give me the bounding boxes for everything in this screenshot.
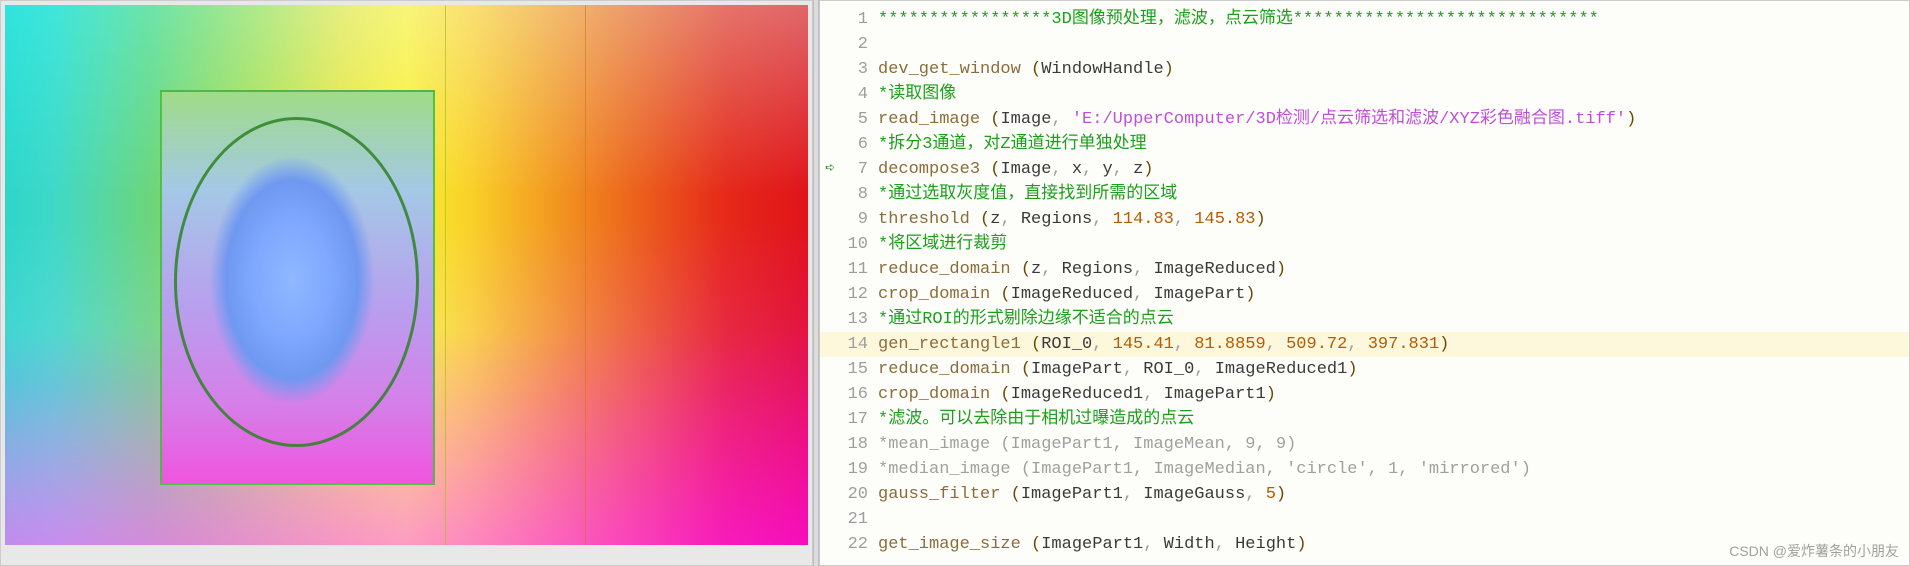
code-content: crop_domain (ImageReduced, ImagePart) xyxy=(876,282,1909,307)
execution-arrow-icon: ➪ xyxy=(820,157,840,182)
code-editor[interactable]: 1*****************3D图像预处理，滤波，点云筛选*******… xyxy=(820,1,1909,557)
code-content: gauss_filter (ImagePart1, ImageGauss, 5) xyxy=(876,482,1909,507)
code-line[interactable]: 10*将区域进行裁剪 xyxy=(820,232,1909,257)
line-number: 11 xyxy=(840,257,876,282)
column-separator xyxy=(585,5,586,545)
code-content: *读取图像 xyxy=(876,82,1909,107)
line-number: 2 xyxy=(840,32,876,57)
code-line[interactable]: 4*读取图像 xyxy=(820,82,1909,107)
code-content: crop_domain (ImageReduced1, ImagePart1) xyxy=(876,382,1909,407)
code-line[interactable]: 13*通过ROI的形式剔除边缘不适合的点云 xyxy=(820,307,1909,332)
code-line[interactable]: 21 xyxy=(820,507,1909,532)
code-line[interactable]: 9threshold (z, Regions, 114.83, 145.83) xyxy=(820,207,1909,232)
line-number: 14 xyxy=(840,332,876,357)
code-line[interactable]: 3dev_get_window (WindowHandle) xyxy=(820,57,1909,82)
line-number: 18 xyxy=(840,432,876,457)
code-content: reduce_domain (ImagePart, ROI_0, ImageRe… xyxy=(876,357,1909,382)
code-content: reduce_domain (z, Regions, ImageReduced) xyxy=(876,257,1909,282)
roi-rectangle[interactable] xyxy=(160,90,435,485)
line-number: 15 xyxy=(840,357,876,382)
line-number: 17 xyxy=(840,407,876,432)
code-content: decompose3 (Image, x, y, z) xyxy=(876,157,1909,182)
code-line[interactable]: 17*滤波。可以去除由于相机过曝造成的点云 xyxy=(820,407,1909,432)
line-number: 3 xyxy=(840,57,876,82)
line-number: 10 xyxy=(840,232,876,257)
line-number: 7 xyxy=(840,157,876,182)
code-line[interactable]: 2 xyxy=(820,32,1909,57)
code-line[interactable]: 16crop_domain (ImageReduced1, ImagePart1… xyxy=(820,382,1909,407)
code-content: threshold (z, Regions, 114.83, 145.83) xyxy=(876,207,1909,232)
line-number: 13 xyxy=(840,307,876,332)
code-line[interactable]: 8*通过选取灰度值，直接找到所需的区域 xyxy=(820,182,1909,207)
line-number: 12 xyxy=(840,282,876,307)
line-number: 22 xyxy=(840,532,876,557)
image-viewer-panel xyxy=(0,0,813,566)
code-content: dev_get_window (WindowHandle) xyxy=(876,57,1909,82)
code-content: *通过选取灰度值，直接找到所需的区域 xyxy=(876,182,1909,207)
line-number: 4 xyxy=(840,82,876,107)
detected-ellipse xyxy=(174,117,419,447)
line-number: 21 xyxy=(840,507,876,532)
code-content: *mean_image (ImagePart1, ImageMean, 9, 9… xyxy=(876,432,1909,457)
watermark-text: CSDN @爱炸薯条的小朋友 xyxy=(1729,541,1899,561)
line-number: 1 xyxy=(840,7,876,32)
code-content: gen_rectangle1 (ROI_0, 145.41, 81.8859, … xyxy=(876,332,1909,357)
code-content: *拆分3通道，对Z通道进行单独处理 xyxy=(876,132,1909,157)
line-number: 20 xyxy=(840,482,876,507)
code-content: *median_image (ImagePart1, ImageMedian, … xyxy=(876,457,1909,482)
code-line[interactable]: 5read_image (Image, 'E:/UpperComputer/3D… xyxy=(820,107,1909,132)
code-content: *将区域进行裁剪 xyxy=(876,232,1909,257)
code-line[interactable]: 14gen_rectangle1 (ROI_0, 145.41, 81.8859… xyxy=(820,332,1909,357)
code-line[interactable]: 1*****************3D图像预处理，滤波，点云筛选*******… xyxy=(820,7,1909,32)
line-number: 8 xyxy=(840,182,876,207)
code-line[interactable]: 19*median_image (ImagePart1, ImageMedian… xyxy=(820,457,1909,482)
image-canvas[interactable] xyxy=(5,5,808,545)
code-line[interactable]: 18*mean_image (ImagePart1, ImageMean, 9,… xyxy=(820,432,1909,457)
code-line[interactable]: 20gauss_filter (ImagePart1, ImageGauss, … xyxy=(820,482,1909,507)
line-number: 6 xyxy=(840,132,876,157)
code-line[interactable]: ➪7decompose3 (Image, x, y, z) xyxy=(820,157,1909,182)
code-content: *通过ROI的形式剔除边缘不适合的点云 xyxy=(876,307,1909,332)
code-content: read_image (Image, 'E:/UpperComputer/3D检… xyxy=(876,107,1909,132)
line-number: 19 xyxy=(840,457,876,482)
code-line[interactable]: 6*拆分3通道，对Z通道进行单独处理 xyxy=(820,132,1909,157)
line-number: 5 xyxy=(840,107,876,132)
code-editor-panel: 1*****************3D图像预处理，滤波，点云筛选*******… xyxy=(819,0,1910,566)
line-number: 16 xyxy=(840,382,876,407)
code-line[interactable]: 15reduce_domain (ImagePart, ROI_0, Image… xyxy=(820,357,1909,382)
line-number: 9 xyxy=(840,207,876,232)
code-content: *滤波。可以去除由于相机过曝造成的点云 xyxy=(876,407,1909,432)
code-line[interactable]: 12crop_domain (ImageReduced, ImagePart) xyxy=(820,282,1909,307)
code-line[interactable]: 11reduce_domain (z, Regions, ImageReduce… xyxy=(820,257,1909,282)
code-content: *****************3D图像预处理，滤波，点云筛选********… xyxy=(876,7,1909,32)
column-separator xyxy=(445,5,446,545)
